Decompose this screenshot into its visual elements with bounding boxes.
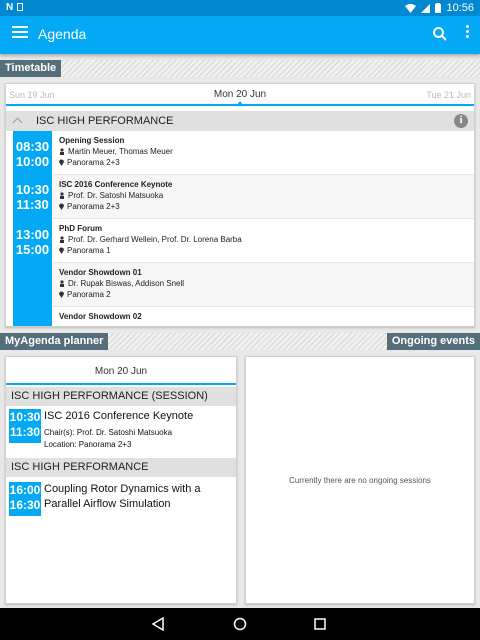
- menu-icon[interactable]: [12, 26, 28, 44]
- session-room: Panorama 1: [67, 246, 111, 255]
- planner-entry[interactable]: 16:00 16:30 Coupling Rotor Dynamics with …: [6, 477, 236, 527]
- session-speakers: Prof. Dr. Gerhard Wellein, Prof. Dr. Lor…: [68, 235, 242, 244]
- ongoing-label: Ongoing events: [386, 333, 480, 350]
- recents-icon[interactable]: [314, 618, 326, 630]
- current-day: Mon 20 Jun: [213, 89, 267, 100]
- session-room: Panorama 2+3: [67, 202, 120, 211]
- notification-n-icon: N: [6, 2, 18, 13]
- status-time: 10:56: [446, 2, 474, 14]
- timetable-label: Timetable: [0, 60, 62, 77]
- search-icon[interactable]: [432, 26, 448, 42]
- planner-group-header: ISC HIGH PERFORMANCE (SESSION): [6, 387, 236, 406]
- track-header[interactable]: ISC HIGH PERFORMANCE i: [6, 111, 474, 131]
- person-icon: [60, 148, 64, 155]
- session-card[interactable]: Vendor Showdown 01 Dr. Rupak Biswas, Add…: [53, 263, 474, 307]
- location-icon: [59, 291, 64, 298]
- app-bar: Agenda: [0, 16, 480, 54]
- planner-entry-location: Location: Panorama 2+3: [44, 440, 132, 449]
- status-bar: N 10:56: [0, 0, 480, 16]
- planner-entry[interactable]: 10:30 11:30 ISC 2016 Conference Keynote C…: [6, 406, 236, 458]
- session-title: Opening Session: [59, 136, 125, 145]
- ongoing-panel: Currently there are no ongoing sessions: [245, 356, 475, 604]
- session-title: Vendor Showdown 02: [59, 312, 142, 321]
- session-speakers: Martin Meuer, Thomas Meuer: [68, 147, 173, 156]
- timetable-header-strip: [0, 60, 480, 77]
- session-card[interactable]: Vendor Showdown 02: [53, 307, 474, 326]
- planner-group-header: ISC HIGH PERFORMANCE: [6, 458, 236, 477]
- timetable-panel: Sun 19 Jun Mon 20 Jun Tue 21 Jun ISC HIG…: [5, 83, 475, 327]
- time-slot: 10:30 11:30: [15, 182, 50, 212]
- time-slot: 13:00 15:00: [15, 227, 50, 257]
- planner-entry-title: ISC 2016 Conference Keynote: [44, 410, 194, 422]
- ongoing-empty-text: Currently there are no ongoing sessions: [289, 476, 431, 485]
- planner-panel: Mon 20 Jun ISC HIGH PERFORMANCE (SESSION…: [5, 356, 237, 604]
- planner-entry-title-line1: Coupling Rotor Dynamics with a: [44, 483, 201, 495]
- day-indicator-marker: [237, 101, 243, 105]
- next-day[interactable]: Tue 21 Jun: [426, 90, 471, 100]
- track-name: ISC HIGH PERFORMANCE: [36, 115, 174, 127]
- back-icon[interactable]: [152, 617, 164, 631]
- session-card[interactable]: PhD Forum Prof. Dr. Gerhard Wellein, Pro…: [53, 219, 474, 263]
- session-title: ISC 2016 Conference Keynote: [59, 180, 173, 189]
- info-icon[interactable]: i: [454, 114, 468, 128]
- session-speakers: Prof. Dr. Satoshi Matsuoka: [68, 191, 164, 200]
- collapse-chevron-icon[interactable]: [12, 117, 23, 128]
- session-card[interactable]: ISC 2016 Conference Keynote Prof. Dr. Sa…: [53, 175, 474, 219]
- planner-time: 16:00 16:30: [9, 482, 41, 516]
- location-icon: [59, 159, 64, 166]
- signal-icon: [421, 3, 431, 13]
- timetable-day-selector[interactable]: Sun 19 Jun Mon 20 Jun Tue 21 Jun: [6, 84, 474, 106]
- time-slot: 08:30 10:00: [15, 139, 50, 169]
- battery-icon: [435, 3, 442, 13]
- navigation-bar: [0, 608, 480, 640]
- session-title: PhD Forum: [59, 224, 103, 233]
- sim-icon: [17, 3, 24, 12]
- planner-entry-chair: Chair(s): Prof. Dr. Satoshi Matsuoka: [44, 428, 173, 437]
- person-icon: [60, 280, 64, 287]
- session-room: Panorama 2+3: [67, 158, 120, 167]
- day-indicator-line: [6, 383, 236, 385]
- planner-entry-title-line2: Parallel Airflow Simulation: [44, 498, 171, 510]
- planner-day-selector[interactable]: Mon 20 Jun: [6, 357, 236, 385]
- planner-label: MyAgenda planner: [0, 333, 109, 350]
- session-card[interactable]: Opening Session Martin Meuer, Thomas Meu…: [53, 131, 474, 175]
- session-title: Vendor Showdown 01: [59, 268, 142, 277]
- planner-current-day: Mon 20 Jun: [94, 366, 148, 377]
- session-speakers: Dr. Rupak Biswas, Addison Snell: [68, 279, 185, 288]
- home-icon[interactable]: [233, 617, 247, 631]
- person-icon: [60, 236, 64, 243]
- wifi-icon: [405, 3, 417, 13]
- location-icon: [59, 203, 64, 210]
- overflow-menu-icon[interactable]: [464, 25, 470, 43]
- location-icon: [59, 247, 64, 254]
- planner-time: 10:30 11:30: [9, 409, 41, 443]
- app-title: Agenda: [38, 26, 87, 42]
- session-room: Panorama 2: [67, 290, 111, 299]
- person-icon: [60, 192, 64, 199]
